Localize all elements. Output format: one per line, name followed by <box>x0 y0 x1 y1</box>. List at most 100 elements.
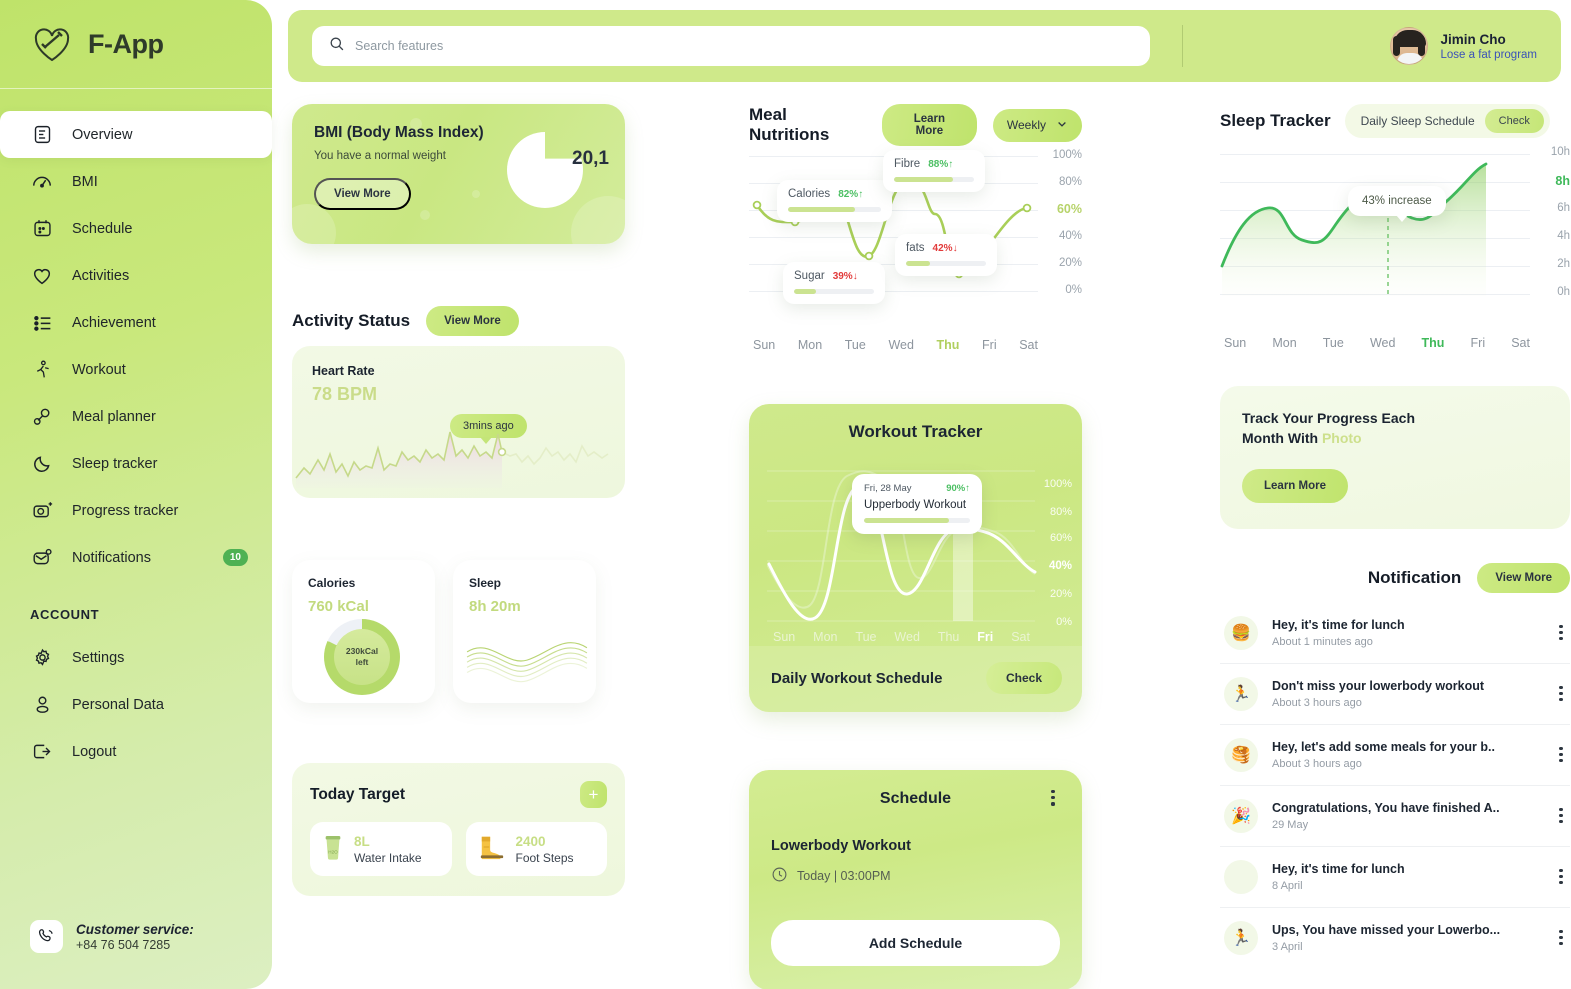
sidebar-item-personal-data[interactable]: Personal Data <box>0 681 272 728</box>
bmi-view-more-button[interactable]: View More <box>314 178 411 210</box>
notification-header: Notification View More <box>1220 562 1570 593</box>
sleep-xtick: Sat <box>1511 336 1530 350</box>
list-item[interactable]: 🥞 Hey, let's add some meals for your b..… <box>1220 725 1570 786</box>
promo-learn-more-button[interactable]: Learn More <box>1242 468 1348 503</box>
sidebar-item-bmi[interactable]: BMI <box>0 158 272 205</box>
workout-tracker-title: Workout Tracker <box>848 422 983 441</box>
boots-icon <box>478 834 506 865</box>
target-item-steps[interactable]: 2400 Foot Steps <box>465 822 607 876</box>
today-target-items: H2O 8L Water Intake 2400 Foot Steps <box>310 822 607 876</box>
meal-period-value: Weekly <box>1006 118 1046 132</box>
target-item-water[interactable]: H2O 8L Water Intake <box>310 822 452 876</box>
list-item[interactable]: 🏃 Don't miss your lowerbody workout Abou… <box>1220 664 1570 725</box>
sleep-tracker-title: Sleep Tracker <box>1220 111 1331 130</box>
notification-list: 🍔 Hey, it's time for lunch About 1 minut… <box>1220 603 1570 968</box>
kebab-menu-icon[interactable] <box>1554 807 1568 824</box>
sleep-chart-yaxis: 10h 8h 6h 4h 2h 0h <box>1530 146 1570 330</box>
sleep-value: 8h 20m <box>469 598 521 615</box>
sleep-chart-svg <box>1220 162 1488 296</box>
topbar: Jimin Cho Lose a fat program <box>288 10 1561 82</box>
sidebar-item-meal-planner[interactable]: Meal planner <box>0 393 272 440</box>
workout-ytick-highlight: 40% <box>1048 560 1072 572</box>
camera-plus-icon <box>30 499 54 523</box>
workout-xtick: Wed <box>894 630 920 644</box>
sleep-ytick: 10h <box>1550 146 1570 158</box>
notification-time: 3 April <box>1272 940 1303 953</box>
schedule-header: Schedule <box>771 790 1060 808</box>
sleep-ytick: 6h <box>1557 202 1570 214</box>
sleep-wave-chart <box>466 642 588 683</box>
sidebar-item-logout[interactable]: Logout <box>0 728 272 775</box>
profile-name: Jimin Cho <box>1440 31 1506 47</box>
today-target-title: Today Target <box>310 785 406 803</box>
sleep-tracker-chart: 43% increase 10h 8h 6h 4h 2h 0h Sun Mon … <box>1220 146 1570 350</box>
search-bar[interactable] <box>312 26 1150 66</box>
meal-chart-yaxis: 100% 80% 60% 40% 20% 0% <box>1038 149 1082 327</box>
progress-promo-card: Track Your Progress Each Month With Phot… <box>1220 386 1570 529</box>
user-icon <box>30 693 54 717</box>
sidebar-item-label: Progress tracker <box>72 502 179 519</box>
dashboard-root: F-App Overview BMI Schedule Activities A… <box>0 0 1571 989</box>
kebab-menu-icon[interactable] <box>1554 929 1568 946</box>
kebab-menu-icon[interactable] <box>1554 746 1568 763</box>
sleep-check-button[interactable]: Check <box>1484 109 1544 133</box>
sidebar-item-label: Personal Data <box>72 696 164 713</box>
notification-body: Don't miss your lowerbody workout About … <box>1272 679 1540 709</box>
workout-tooltip-name: Upperbody Workout <box>864 499 967 511</box>
add-target-button[interactable]: + <box>580 781 607 808</box>
sleep-tracker-header: Sleep Tracker Daily Sleep Schedule Check <box>1220 104 1570 138</box>
sidebar-item-activities[interactable]: Activities <box>0 252 272 299</box>
list-item[interactable]: Hey, it's time for lunch 8 April <box>1220 847 1570 908</box>
customer-service[interactable]: Customer service: +84 76 504 7285 <box>0 920 272 989</box>
sidebar-item-label: Notifications <box>72 549 151 566</box>
kebab-menu-icon[interactable] <box>1046 790 1060 806</box>
notification-view-more-button[interactable]: View More <box>1477 562 1570 593</box>
workout-tooltip-date: Fri, 28 May <box>864 483 912 494</box>
activity-view-more-button[interactable]: View More <box>426 306 519 336</box>
svg-text:H2O: H2O <box>328 849 338 854</box>
column-middle: Meal Nutritions Learn More Weekly 100% 8… <box>749 104 1082 989</box>
schedule-item-time-row: Today | 03:00PM <box>771 866 1060 886</box>
notifications-badge: 10 <box>222 549 248 566</box>
steps-name: Foot Steps <box>515 850 574 865</box>
notification-avatar-icon: 🎉 <box>1224 798 1258 833</box>
sidebar-item-schedule[interactable]: Schedule <box>0 205 272 252</box>
column-left: BMI (Body Mass Index) You have a normal … <box>292 104 625 989</box>
customer-service-phone: +84 76 504 7285 <box>76 937 171 952</box>
user-profile[interactable]: Jimin Cho Lose a fat program <box>1390 27 1537 65</box>
sidebar-item-sleep-tracker[interactable]: Sleep tracker <box>0 440 272 487</box>
add-schedule-button[interactable]: Add Schedule <box>771 920 1060 966</box>
search-icon <box>328 35 345 57</box>
sidebar-section-account: ACCOUNT <box>30 607 100 622</box>
tooltip-name: Calories <box>788 188 831 200</box>
list-item[interactable]: 🎉 Congratulations, You have finished A..… <box>1220 786 1570 847</box>
calories-card: Calories 760 kCal 230kCal left <box>292 560 435 703</box>
heart-dumbbell-icon <box>28 20 76 68</box>
search-input[interactable] <box>355 39 1134 53</box>
bmi-title: BMI (Body Mass Index) <box>314 124 484 141</box>
meal-period-select[interactable]: Weekly <box>992 108 1082 142</box>
profile-program: Lose a fat program <box>1440 48 1537 61</box>
sidebar-item-workout[interactable]: Workout <box>0 346 272 393</box>
sidebar-item-achievement[interactable]: Achievement <box>0 299 272 346</box>
kebab-menu-icon[interactable] <box>1554 685 1568 702</box>
sidebar-item-notifications[interactable]: Notifications 10 <box>0 534 272 581</box>
meal-xtick: Wed <box>888 338 914 352</box>
workout-check-button[interactable]: Check <box>985 662 1062 694</box>
workout-ytick: 100% <box>1043 478 1072 490</box>
heart-rate-value: 78 BPM <box>312 384 378 404</box>
workout-footer: Daily Workout Schedule Check <box>749 646 1082 712</box>
kebab-menu-icon[interactable] <box>1554 868 1568 885</box>
sidebar-item-progress-tracker[interactable]: Progress tracker <box>0 487 272 534</box>
sidebar-item-label: Overview <box>72 126 133 143</box>
meal-learn-more-button[interactable]: Learn More <box>881 104 977 146</box>
list-item[interactable]: 🍔 Hey, it's time for lunch About 1 minut… <box>1220 603 1570 664</box>
calories-remaining-suffix: left <box>355 657 369 667</box>
sidebar-item-settings[interactable]: Settings <box>0 634 272 681</box>
brand: F-App <box>0 0 272 88</box>
list-item[interactable]: 🏃 Ups, You have missed your Lowerbo... 3… <box>1220 908 1570 968</box>
clock-icon <box>771 866 788 886</box>
sidebar-item-overview[interactable]: Overview <box>0 111 272 158</box>
kebab-menu-icon[interactable] <box>1554 624 1568 641</box>
notification-avatar-icon: 🏃 <box>1224 676 1258 711</box>
